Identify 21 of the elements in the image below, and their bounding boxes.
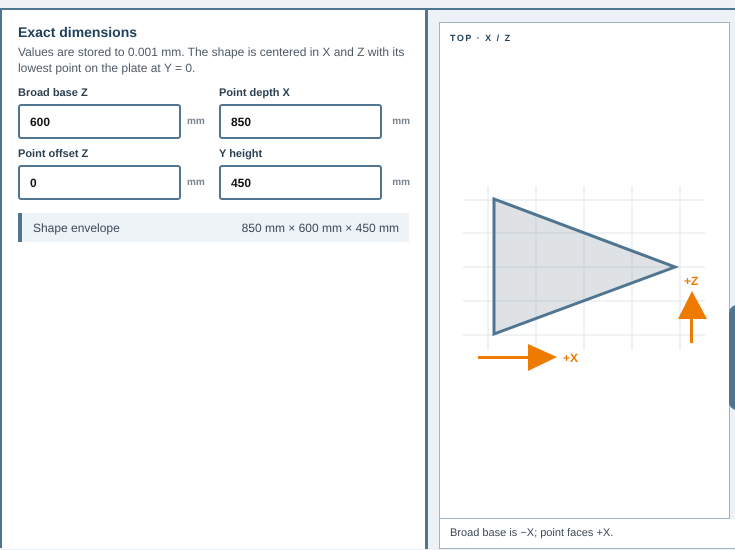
view-title: TOP · X / Z: [450, 33, 512, 43]
input-field[interactable]: 850: [219, 104, 382, 139]
field-label: Broad base Z: [18, 87, 89, 99]
unit-label: mm: [392, 116, 410, 127]
envelope-label: Shape envelope: [33, 220, 120, 234]
field-label: Point offset Z: [18, 148, 90, 160]
x-axis-label: +X: [563, 351, 578, 365]
input-field[interactable]: 450: [219, 165, 382, 200]
description: Values are stored to 0.001 mm. The shape is centered in X and Z with its lowest point on the plate at Y = 0.: [18, 44, 406, 76]
z-axis-label: +Z: [684, 274, 698, 288]
field-label: Point depth X: [219, 87, 291, 99]
unit-label: mm: [187, 116, 205, 127]
envelope-value: 850 mm × 600 mm × 450 mm: [242, 220, 399, 234]
unit-label: mm: [392, 177, 410, 188]
unit-label: mm: [187, 177, 205, 188]
preview-caption: Broad base is −X; point faces +X.: [450, 527, 614, 539]
input-field[interactable]: 0: [18, 165, 181, 200]
z-axis-arrow: [678, 291, 707, 343]
input-field[interactable]: 600: [18, 104, 181, 139]
field-label: Y height: [219, 148, 264, 160]
section-title: Exact dimensions: [18, 24, 138, 40]
